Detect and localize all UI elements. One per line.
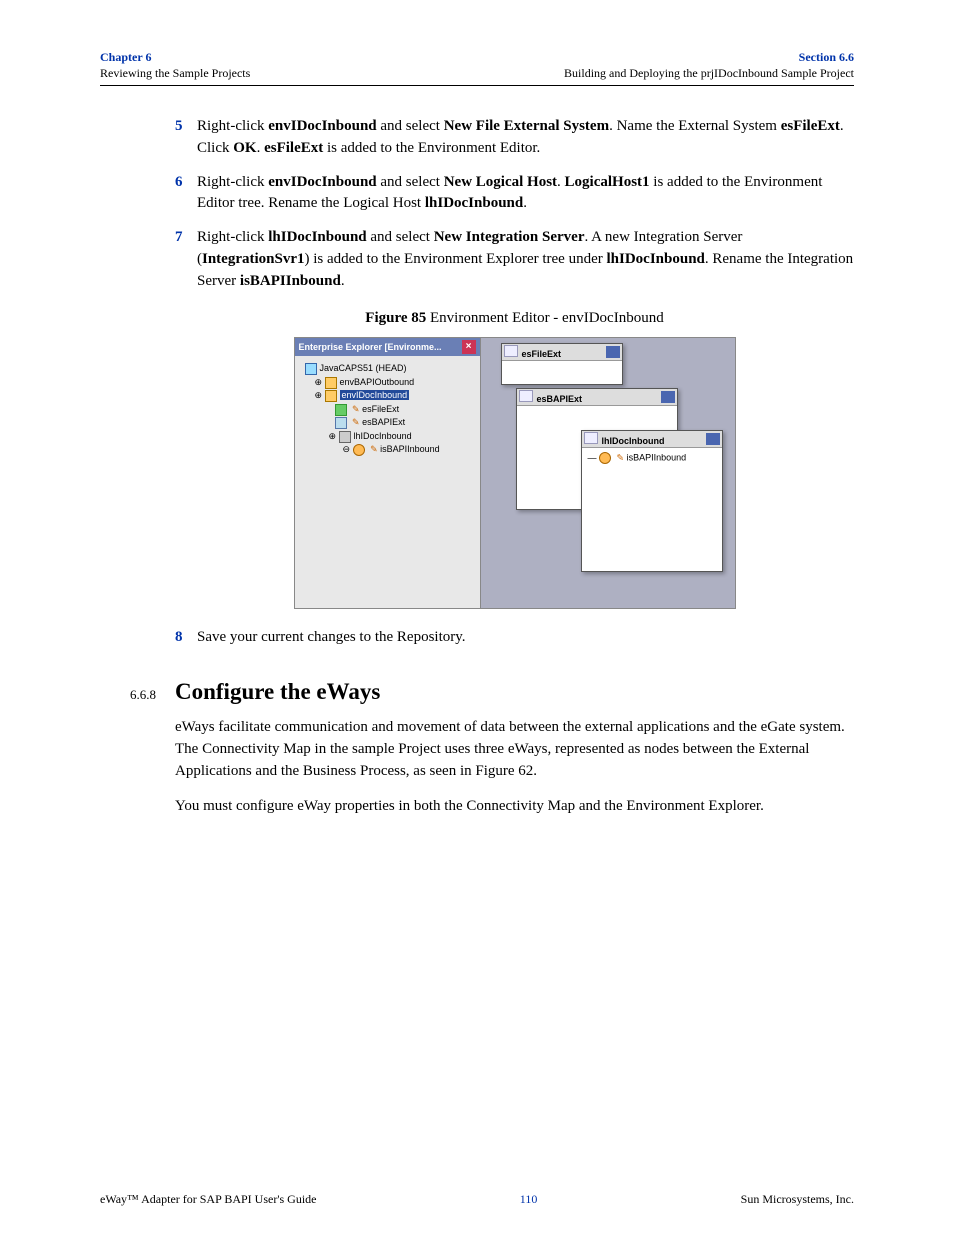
step-bold: New Integration Server (434, 229, 585, 245)
folder-icon (335, 417, 347, 429)
tree-node[interactable]: esBAPIExt (362, 417, 405, 427)
page-number: 110 (520, 1192, 538, 1207)
figure-title: Environment Editor - envIDocInbound (426, 310, 663, 326)
page-footer: eWay™ Adapter for SAP BAPI User's Guide … (100, 1192, 854, 1207)
tree-node[interactable]: lhIDocInbound (354, 431, 412, 441)
step-text: and select (377, 118, 444, 134)
server-icon (353, 444, 365, 456)
step-bold: lhIDocInbound (607, 251, 705, 267)
step-text: is added to the Environment Editor. (323, 140, 540, 156)
step-bold: lhIDocInbound (425, 195, 523, 211)
box-title: esBAPIExt (537, 394, 583, 404)
step-number: 8 (175, 627, 197, 649)
step-bold: IntegrationSvr1 (202, 251, 305, 267)
minimize-icon[interactable] (606, 346, 620, 358)
step-text: Save your current changes to the Reposit… (197, 627, 854, 649)
step-number: 7 (175, 227, 197, 292)
chapter-label[interactable]: Chapter 6 (100, 50, 151, 64)
page-header: Chapter 6 Reviewing the Sample Projects … (100, 50, 854, 86)
canvas-box-lhidocinbound[interactable]: lhIDocInbound — ✎ isBAPIInbound (581, 430, 723, 572)
editor-canvas[interactable]: esFileExt esBAPIExt lhIDocInbound — ✎ is… (481, 338, 735, 608)
minimize-icon[interactable] (706, 433, 720, 445)
section-title: Configure the eWays (175, 679, 380, 705)
section-number: 6.6.8 (130, 687, 175, 703)
step-text: Right-click (197, 229, 268, 245)
step-text: and select (377, 174, 444, 190)
step-bold: New File External System (444, 118, 609, 134)
figure-number: Figure 85 (365, 310, 426, 326)
step-number: 6 (175, 172, 197, 216)
step-bold: esFileExt (264, 140, 323, 156)
step-bold: New Logical Host (444, 174, 557, 190)
footer-left: eWay™ Adapter for SAP BAPI User's Guide (100, 1192, 316, 1207)
explorer-title: Enterprise Explorer [Environme... (299, 342, 442, 352)
step-text: Right-click (197, 174, 268, 190)
explorer-panel: Enterprise Explorer [Environme... × Java… (295, 338, 481, 608)
step-bold: envIDocInbound (268, 118, 376, 134)
canvas-box-esfileext[interactable]: esFileExt (501, 343, 623, 385)
box-item[interactable]: isBAPIInbound (627, 453, 687, 463)
explorer-titlebar: Enterprise Explorer [Environme... × (295, 338, 480, 356)
tree-node-selected[interactable]: envIDocInbound (340, 390, 410, 400)
tree-node[interactable]: isBAPIInbound (380, 444, 440, 454)
close-icon[interactable]: × (462, 340, 476, 354)
footer-right: Sun Microsystems, Inc. (741, 1192, 854, 1207)
step-6: 6 Right-click envIDocInbound and select … (175, 172, 854, 216)
tree-node[interactable]: esFileExt (362, 404, 399, 414)
paragraph: eWays facilitate communication and movem… (175, 717, 854, 782)
host-icon (584, 432, 598, 444)
file-icon (335, 404, 347, 416)
step-text: . (341, 273, 345, 289)
section-label[interactable]: Section 6.6 (799, 50, 854, 64)
figure-caption: Figure 85 Environment Editor - envIDocIn… (175, 310, 854, 327)
header-left-sub: Reviewing the Sample Projects (100, 66, 250, 80)
tree-root[interactable]: JavaCAPS51 (HEAD) (320, 363, 407, 373)
box-title: esFileExt (522, 349, 562, 359)
step-text: ) is added to the Environment Explorer t… (305, 251, 607, 267)
window-icon (519, 390, 533, 402)
box-title: lhIDocInbound (602, 436, 665, 446)
env-icon (325, 377, 337, 389)
paragraph: You must configure eWay properties in bo… (175, 796, 854, 818)
step-bold: LogicalHost1 (565, 174, 650, 190)
step-bold: isBAPIInbound (240, 273, 341, 289)
step-bold: envIDocInbound (268, 174, 376, 190)
step-bold: esFileExt (781, 118, 840, 134)
step-text: Right-click (197, 118, 268, 134)
step-bold: lhIDocInbound (268, 229, 366, 245)
step-text: . (257, 140, 265, 156)
step-bold: OK (233, 140, 256, 156)
database-icon (305, 363, 317, 375)
minimize-icon[interactable] (661, 391, 675, 403)
tree-node[interactable]: envBAPIOutbound (340, 377, 415, 387)
server-icon (599, 452, 611, 464)
step-text: . Name the External System (609, 118, 781, 134)
step-number: 5 (175, 116, 197, 160)
window-icon (504, 345, 518, 357)
explorer-tree[interactable]: JavaCAPS51 (HEAD) ⊕ envBAPIOutbound ⊕ en… (295, 356, 480, 461)
step-7: 7 Right-click lhIDocInbound and select N… (175, 227, 854, 292)
step-8: 8 Save your current changes to the Repos… (175, 627, 854, 649)
step-5: 5 Right-click envIDocInbound and select … (175, 116, 854, 160)
host-icon (339, 431, 351, 443)
step-text: and select (367, 229, 434, 245)
step-text: . (557, 174, 565, 190)
header-right-sub: Building and Deploying the prjIDocInboun… (564, 66, 854, 80)
step-text: . (523, 195, 527, 211)
env-icon (325, 390, 337, 402)
figure-screenshot: Enterprise Explorer [Environme... × Java… (294, 337, 736, 609)
